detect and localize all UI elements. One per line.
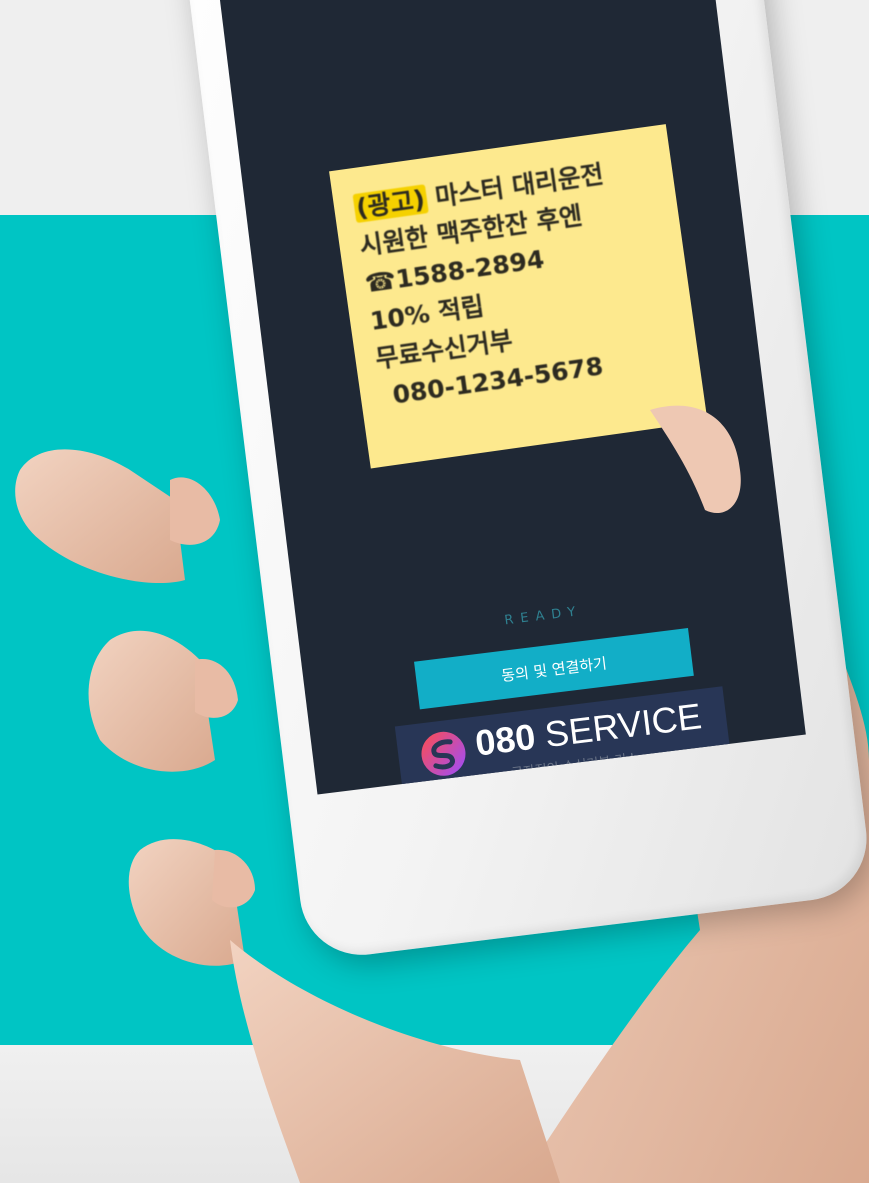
phone-screen: (광고) 마스터 대리운전 시원한 맥주한잔 후엔 ☎1588-2894 10%…	[218, 0, 806, 795]
brand-bold: 080	[472, 715, 538, 764]
status-text: READY	[503, 603, 584, 629]
ad-tag: (광고)	[352, 184, 429, 224]
s-swirl-logo-icon	[421, 731, 466, 776]
sms-message-card: (광고) 마스터 대리운전 시원한 맥주한잔 후엔 ☎1588-2894 10%…	[329, 124, 708, 469]
home-button[interactable]	[516, 799, 613, 860]
bottom-gray-strip	[0, 1045, 869, 1183]
brand-rest: SERVICE	[532, 695, 704, 757]
